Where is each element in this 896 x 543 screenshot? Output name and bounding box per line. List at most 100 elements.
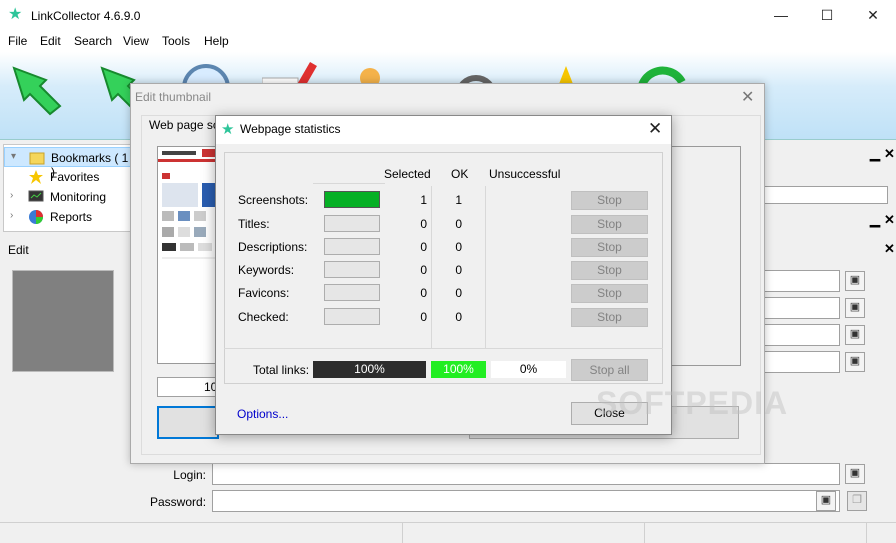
panel-minimize-icon[interactable]: ▁	[870, 146, 880, 162]
edit-field-2[interactable]	[764, 297, 840, 319]
ok-count: 0	[455, 310, 462, 324]
password-label: Password:	[150, 495, 207, 509]
total-ok-bar: 100%	[431, 361, 486, 378]
menu-tools[interactable]: Tools	[162, 34, 190, 48]
panel-close-icon[interactable]: ✕	[884, 241, 895, 257]
selected-count: 0	[420, 240, 427, 254]
chevron-down-icon[interactable]: ▾	[11, 151, 16, 162]
save-icon[interactable]: ▣	[845, 271, 865, 291]
thumbnail-preview-right	[669, 146, 741, 366]
stop-button-titles[interactable]: Stop	[571, 215, 648, 234]
tree-item-reports[interactable]: › Reports	[4, 207, 132, 227]
edit-field-3[interactable]	[764, 324, 840, 346]
maximize-button[interactable]: ☐	[804, 0, 850, 32]
login-label: Login:	[173, 468, 206, 482]
row-label-descriptions: Descriptions:	[238, 240, 308, 254]
total-selected-bar: 100%	[313, 361, 426, 378]
ok-count: 0	[455, 240, 462, 254]
ok-count: 1	[455, 193, 462, 207]
panel-close-icon[interactable]: ✕	[884, 146, 895, 162]
stop-button-descriptions[interactable]: Stop	[571, 238, 648, 257]
password-field[interactable]	[212, 490, 840, 512]
softpedia-watermark: SOFTPEDIA	[596, 385, 789, 421]
total-unsuccessful-bar: 0%	[491, 361, 566, 378]
login-field[interactable]	[212, 463, 840, 485]
progress-bar-titles	[324, 215, 380, 232]
menu-edit[interactable]: Edit	[40, 34, 61, 48]
column-unsuccessful: Unsuccessful	[489, 167, 561, 181]
progress-bar-keywords	[324, 261, 380, 278]
selected-count: 0	[420, 286, 427, 300]
stop-button-screenshots[interactable]: Stop	[571, 191, 648, 210]
progress-bar-descriptions	[324, 238, 380, 255]
row-label-favicons: Favicons:	[238, 286, 290, 300]
close-window-button[interactable]: ✕	[850, 0, 896, 32]
options-link[interactable]: Options...	[237, 407, 288, 421]
stop-button-checked[interactable]: Stop	[571, 308, 648, 327]
edit-field-1[interactable]	[764, 270, 840, 292]
app-star-icon: ★	[8, 6, 23, 23]
star-icon	[29, 170, 43, 184]
stop-button-keywords[interactable]: Stop	[571, 261, 648, 280]
ok-count: 0	[455, 286, 462, 300]
close-icon[interactable]: ✕	[648, 119, 662, 139]
tree-pane: ▾ Bookmarks ( 1 ) Favorites › Monitoring…	[3, 144, 133, 232]
tree-item-monitoring[interactable]: › Monitoring	[4, 187, 132, 207]
thumbnail-preview	[157, 146, 219, 364]
thumbnail-size-input[interactable]: 10	[157, 377, 219, 397]
save-icon[interactable]: ▣	[845, 352, 865, 372]
arrow-down-right-icon[interactable]	[10, 60, 66, 116]
ok-count: 0	[455, 217, 462, 231]
monitor-icon	[28, 190, 44, 202]
thumbnail-placeholder[interactable]	[12, 270, 114, 372]
panel-header-bar: ▁ ✕	[786, 144, 896, 166]
menu-file[interactable]: File	[8, 34, 27, 48]
column-ok: OK	[451, 167, 469, 181]
column-separator	[431, 186, 432, 348]
stats-title-bar: ★ Webpage statistics ✕	[216, 116, 671, 144]
column-separator	[485, 186, 486, 348]
chevron-right-icon[interactable]: ›	[10, 190, 13, 201]
header-separator	[313, 183, 385, 184]
stop-button-favicons[interactable]: Stop	[571, 284, 648, 303]
save-icon[interactable]: ▣	[845, 298, 865, 318]
selected-count: 1	[420, 193, 427, 207]
copy-icon[interactable]: ❐	[847, 491, 867, 511]
selected-count: 0	[420, 217, 427, 231]
panel-header-bar: ✕	[786, 239, 896, 261]
row-label-keywords: Keywords:	[238, 263, 295, 277]
panel-minimize-icon[interactable]: ▁	[870, 212, 880, 228]
edit-thumbnail-title: Edit thumbnail	[135, 90, 212, 104]
thumbnail-primary-button[interactable]	[157, 406, 219, 439]
column-selected: Selected	[384, 167, 431, 181]
row-label-checked: Checked:	[238, 310, 289, 324]
save-icon[interactable]: ▣	[845, 325, 865, 345]
menu-help[interactable]: Help	[204, 34, 229, 48]
ok-count: 0	[455, 263, 462, 277]
chevron-right-icon[interactable]: ›	[10, 210, 13, 221]
minimize-button[interactable]: —	[758, 0, 804, 32]
menu-search[interactable]: Search	[74, 34, 112, 48]
panel-close-icon[interactable]: ✕	[884, 212, 895, 228]
row-label-screenshots: Screenshots:	[238, 193, 309, 207]
tree-item-label: Favorites	[50, 170, 100, 184]
selected-count: 0	[420, 263, 427, 277]
tree-item-bookmarks[interactable]: ▾ Bookmarks ( 1 )	[4, 147, 132, 179]
window-title: LinkCollector 4.6.9.0	[31, 9, 141, 23]
tree-item-label: Reports	[50, 210, 93, 224]
selected-count: 0	[420, 310, 427, 324]
tree-item-favorites[interactable]: Favorites	[4, 167, 132, 187]
save-icon[interactable]: ▣	[845, 464, 865, 484]
pie-chart-icon	[29, 210, 43, 224]
row-label-titles: Titles:	[238, 217, 270, 231]
edit-field-4[interactable]	[764, 351, 840, 373]
stats-dialog-title: Webpage statistics	[240, 122, 341, 136]
save-icon[interactable]: ▣	[816, 491, 836, 511]
panel-header-bar: ▁ ✕	[786, 210, 896, 232]
status-bar	[0, 522, 896, 543]
menu-view[interactable]: View	[123, 34, 149, 48]
stop-all-button[interactable]: Stop all	[571, 359, 648, 381]
progress-bar-screenshots	[324, 191, 380, 208]
total-separator	[224, 348, 663, 349]
close-icon[interactable]: ✕	[741, 87, 754, 107]
